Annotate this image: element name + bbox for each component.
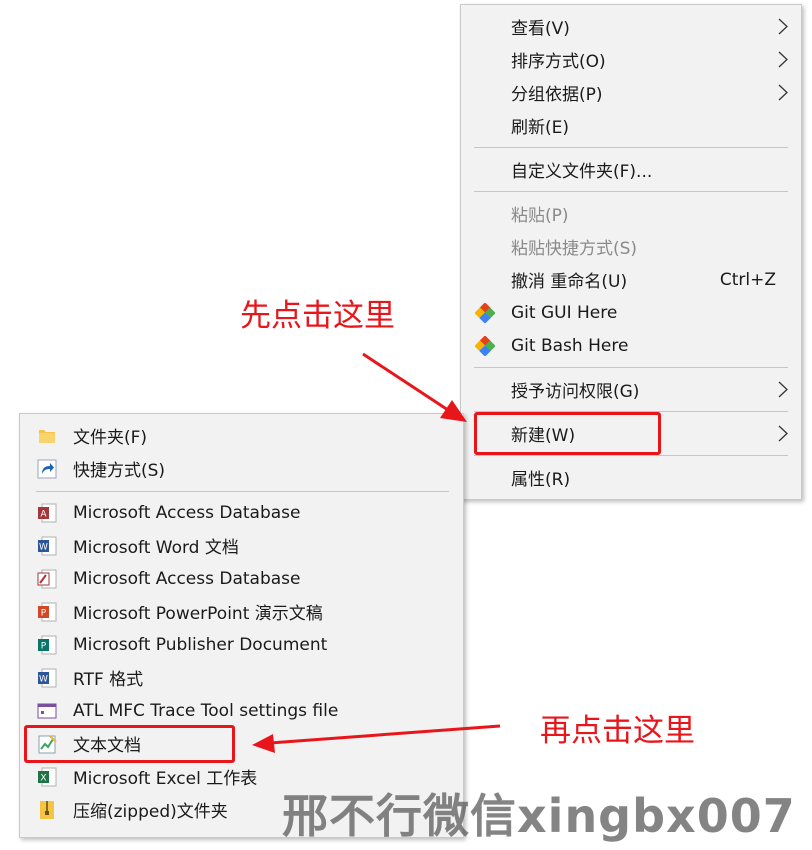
annotation-arrows	[252, 352, 501, 753]
arrow-to-text-document	[252, 724, 501, 753]
watermark: 邢不行微信xingbx007	[282, 789, 796, 843]
arrow-to-new	[362, 352, 467, 422]
